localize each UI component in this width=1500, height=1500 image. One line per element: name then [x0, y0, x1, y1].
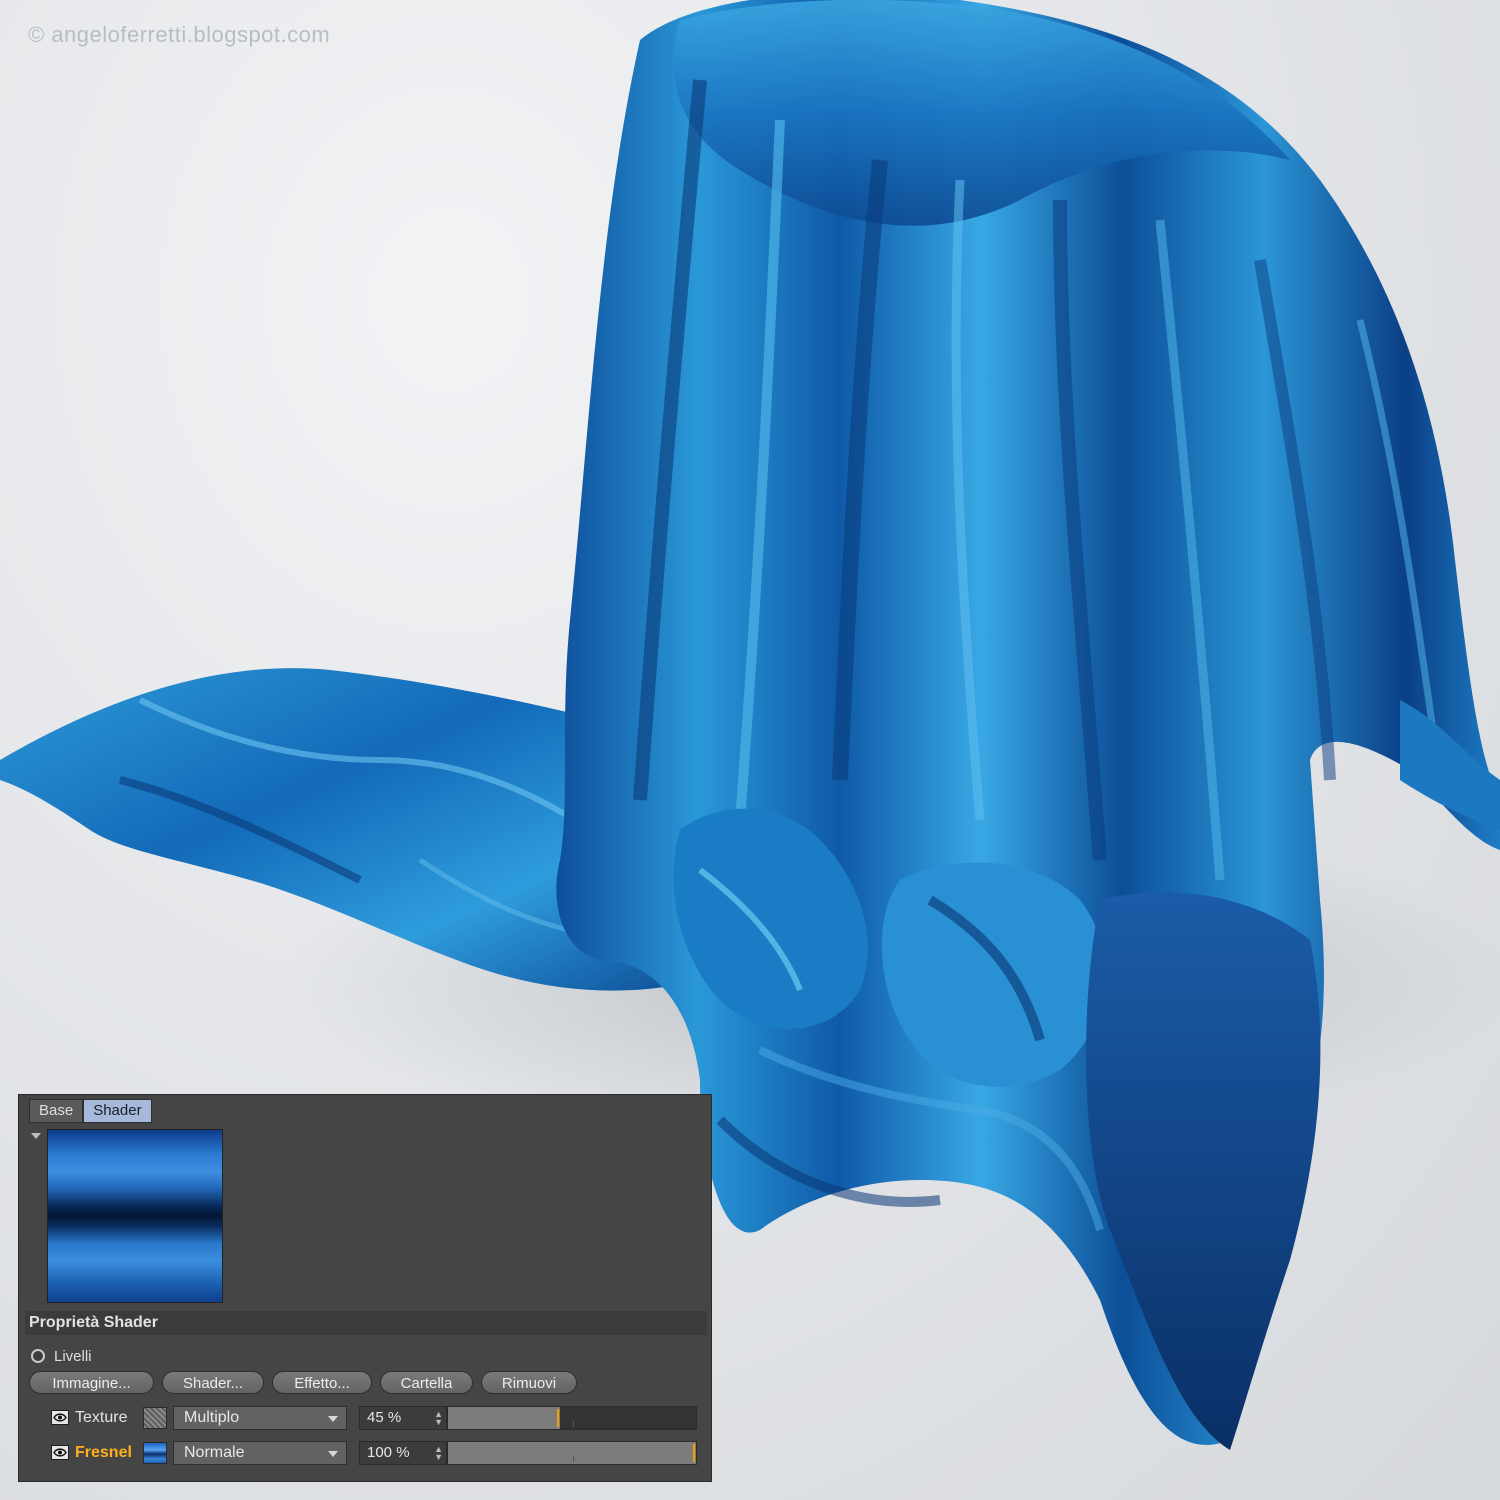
- shader-button[interactable]: Shader...: [162, 1371, 264, 1394]
- opacity-slider[interactable]: [447, 1406, 697, 1430]
- slider-fill: [448, 1407, 560, 1429]
- noise-texture-icon[interactable]: [143, 1407, 167, 1429]
- radio-label: Livelli: [54, 1347, 92, 1365]
- opacity-value: 45 %: [367, 1409, 402, 1426]
- visibility-eye-icon[interactable]: [51, 1410, 69, 1425]
- layer-name-highlighted[interactable]: Fresnel: [75, 1444, 132, 1462]
- effect-button[interactable]: Effetto...: [272, 1371, 372, 1394]
- section-title[interactable]: Proprietà Shader: [25, 1311, 707, 1335]
- chevron-down-icon: [328, 1451, 338, 1457]
- visibility-eye-icon[interactable]: [51, 1445, 69, 1460]
- slider-tick: [573, 1421, 574, 1427]
- tab-bar: Base Shader: [29, 1099, 152, 1123]
- blend-mode-select[interactable]: Normale: [173, 1441, 347, 1465]
- collapse-triangle-icon[interactable]: [31, 1133, 41, 1139]
- shader-preview: [47, 1129, 223, 1303]
- image-button[interactable]: Immagine...: [29, 1371, 154, 1394]
- layer-row-texture: Texture Multiplo 45 % ▲ ▼: [19, 1406, 713, 1432]
- layer-name[interactable]: Texture: [75, 1409, 127, 1427]
- blend-mode-value: Multiplo: [184, 1409, 240, 1426]
- slider-handle[interactable]: [693, 1444, 695, 1462]
- slider-tick: [573, 1456, 574, 1462]
- tab-base[interactable]: Base: [29, 1099, 84, 1123]
- slider-fill: [448, 1442, 696, 1464]
- layers-option[interactable]: Livelli: [31, 1346, 92, 1366]
- opacity-input[interactable]: 45 % ▲ ▼: [359, 1406, 447, 1430]
- opacity-slider[interactable]: [447, 1441, 697, 1465]
- chevron-down-icon: [328, 1416, 338, 1422]
- shader-panel: Base Shader Proprietà Shader Livelli Imm…: [18, 1094, 712, 1482]
- spinner-arrows-icon[interactable]: ▲ ▼: [434, 1445, 443, 1462]
- spinner-arrows-icon[interactable]: ▲ ▼: [434, 1410, 443, 1427]
- blend-mode-value: Normale: [184, 1444, 245, 1461]
- opacity-value: 100 %: [367, 1444, 410, 1461]
- slider-handle[interactable]: [557, 1409, 559, 1427]
- layer-row-fresnel: Fresnel Normale 100 % ▲ ▼: [19, 1441, 713, 1467]
- remove-button[interactable]: Rimuovi: [481, 1371, 577, 1394]
- fresnel-gradient-icon[interactable]: [143, 1442, 167, 1464]
- opacity-input[interactable]: 100 % ▲ ▼: [359, 1441, 447, 1465]
- folder-button[interactable]: Cartella: [380, 1371, 473, 1394]
- radio-button[interactable]: [31, 1349, 45, 1363]
- blend-mode-select[interactable]: Multiplo: [173, 1406, 347, 1430]
- tab-shader[interactable]: Shader: [83, 1099, 152, 1123]
- watermark-text: © angeloferretti.blogspot.com: [28, 22, 331, 47]
